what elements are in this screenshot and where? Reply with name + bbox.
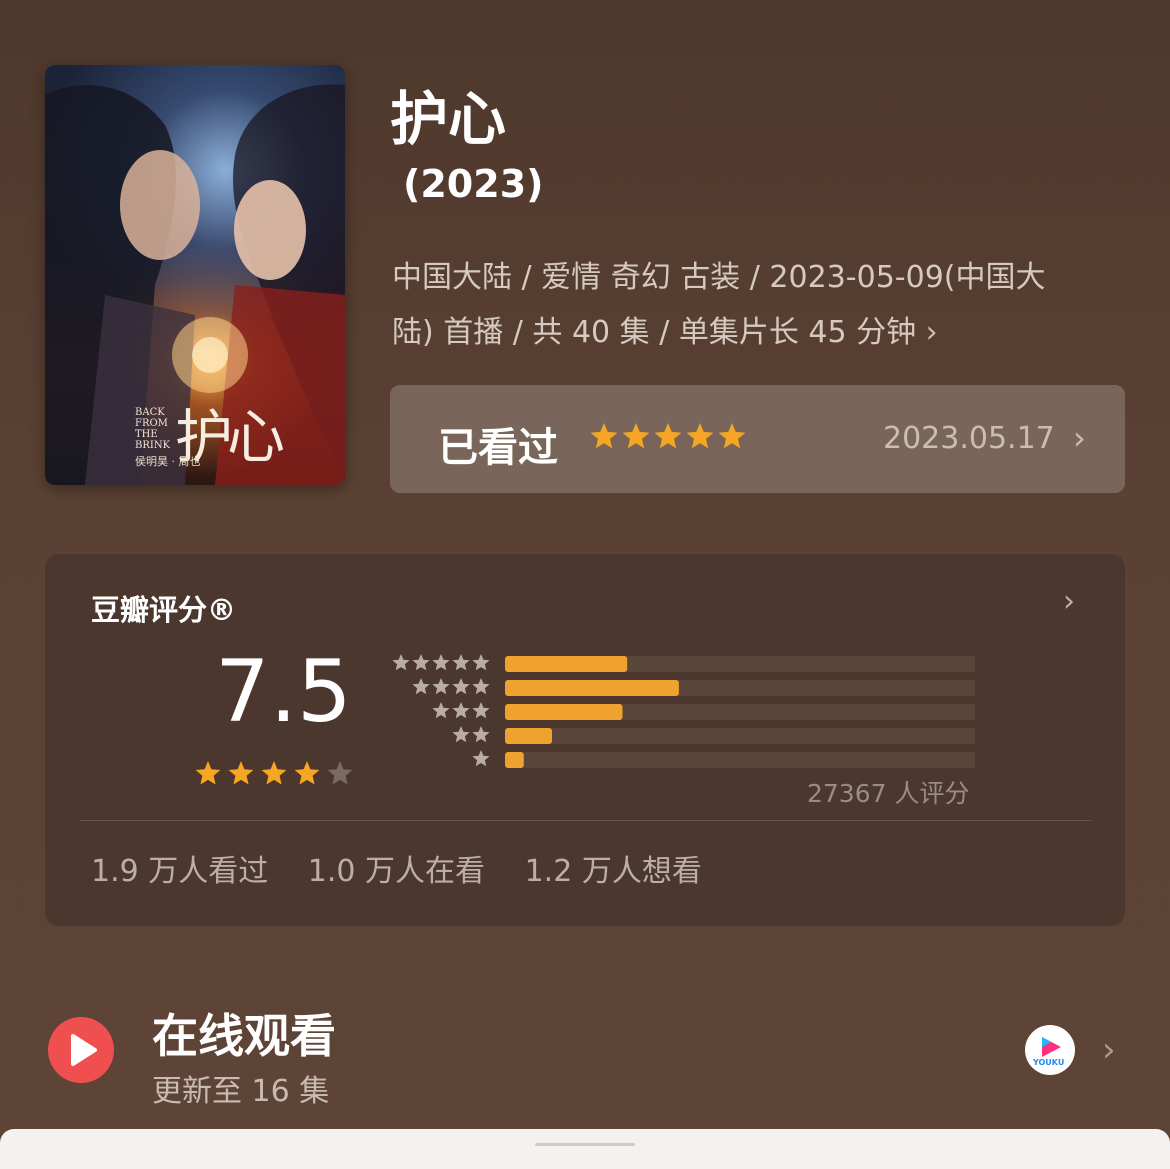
- distribution-star-icon: [452, 702, 470, 719]
- chevron-right-icon[interactable]: ›: [1102, 1030, 1116, 1070]
- poster-english-title: BACK FROM THE BRINK: [135, 407, 171, 451]
- bottom-sheet[interactable]: [0, 1129, 1170, 1169]
- page-title: 护心: [390, 85, 507, 153]
- douban-score-stars: [195, 761, 353, 785]
- my-rating-card[interactable]: 已看过 2023.05.17 ›: [390, 385, 1125, 493]
- douban-score: 7.5: [215, 642, 352, 742]
- distribution-star-icon: [452, 654, 470, 671]
- star-icon: [228, 761, 254, 785]
- meta-line-2: 陆) 首播 / 共 40 集 / 单集片长 45 分钟: [392, 315, 917, 350]
- distribution-star-icon: [472, 654, 490, 671]
- chevron-right-icon: ›: [1073, 419, 1086, 457]
- distribution-star-icon: [452, 726, 470, 743]
- my-rating-stars: [590, 423, 746, 449]
- stat-want-to-watch: 1.2 万人想看: [524, 854, 702, 889]
- distribution-star-icon: [472, 678, 490, 695]
- play-icon[interactable]: [48, 1017, 114, 1083]
- distribution-star-icon: [472, 702, 490, 719]
- star-icon: [654, 423, 682, 449]
- watched-label: 已看过: [438, 425, 558, 471]
- poster-image[interactable]: BACK FROM THE BRINK 护心 侯明昊 · 周也: [45, 65, 345, 485]
- stat-watching: 1.0 万人在看: [307, 854, 486, 889]
- rating-distribution-bars: [505, 656, 975, 768]
- divider: [80, 820, 1091, 821]
- show-info[interactable]: 中国大陆 / 爱情 奇幻 古装 / 2023-05-09(中国大 陆) 首播 /…: [392, 250, 1132, 360]
- star-icon: [590, 423, 618, 449]
- rating-count: 27367 人评分: [807, 779, 970, 808]
- distribution-bar-track: [505, 752, 975, 768]
- star-icon: [294, 761, 320, 785]
- distribution-star-icon: [412, 678, 430, 695]
- chevron-right-icon: ›: [925, 315, 938, 350]
- star-icon: [718, 423, 746, 449]
- distribution-star-icon: [472, 726, 490, 743]
- chevron-right-icon: ›: [1063, 584, 1075, 619]
- audience-stats: 1.9 万人看过 1.0 万人在看 1.2 万人想看: [91, 846, 732, 890]
- distribution-star-icon: [432, 678, 450, 695]
- distribution-star-icon: [432, 702, 450, 719]
- distribution-bar-5-star: [505, 656, 628, 672]
- star-icon: [195, 761, 221, 785]
- online-watch-title[interactable]: 在线观看: [152, 1000, 336, 1066]
- distribution-bar-track: [505, 728, 975, 744]
- distribution-bar-3-star: [505, 704, 623, 720]
- stat-watched: 1.9 万人看过: [91, 854, 269, 889]
- star-icon: [327, 761, 353, 785]
- star-icon: [622, 423, 650, 449]
- poster-credits: 侯明昊 · 周也: [135, 455, 201, 468]
- distribution-bar-2-star: [505, 728, 552, 744]
- distribution-star-labels: [392, 654, 490, 767]
- watched-date: 2023.05.17: [883, 421, 1055, 456]
- distribution-star-icon: [472, 750, 490, 767]
- release-year: (2023): [403, 162, 544, 206]
- meta-line-1: 中国大陆 / 爱情 奇幻 古装 / 2023-05-09(中国大: [392, 260, 1046, 295]
- youku-label: YOUKU: [1033, 1058, 1065, 1067]
- distribution-star-icon: [412, 654, 430, 671]
- star-icon: [261, 761, 287, 785]
- distribution-star-icon: [432, 654, 450, 671]
- star-icon: [686, 423, 714, 449]
- distribution-bar-4-star: [505, 680, 679, 696]
- distribution-star-icon: [392, 654, 410, 671]
- distribution-bar-1-star: [505, 752, 524, 768]
- online-watch-subtitle: 更新至 16 集: [152, 1074, 330, 1109]
- distribution-star-icon: [452, 678, 470, 695]
- youku-logo-icon[interactable]: YOUKU: [1025, 1025, 1075, 1075]
- douban-rating-card[interactable]: 豆瓣评分® › 7.5 27367 人评分 1.9 万人看过 1.0 万人在看 …: [45, 554, 1125, 926]
- douban-rating-heading: 豆瓣评分®: [91, 593, 237, 627]
